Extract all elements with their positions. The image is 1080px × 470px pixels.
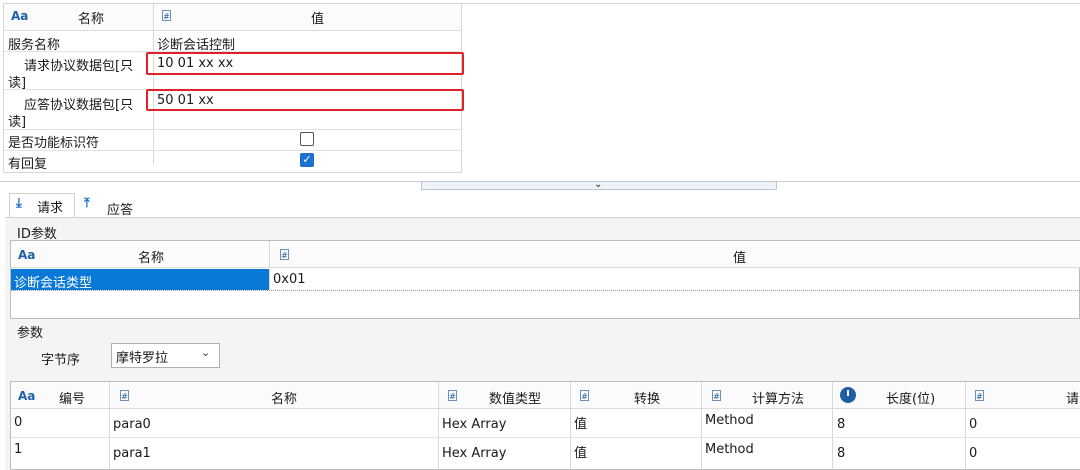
- column-header-value: 值: [311, 12, 325, 27]
- row-divider: [4, 129, 461, 130]
- params-col-divider: [965, 382, 966, 470]
- row-label-request-pdu-line1: 请求协议数据包[只: [24, 59, 134, 74]
- row-value-response-pdu[interactable]: 50 01 xx: [157, 93, 214, 108]
- param-row-0-index[interactable]: 0: [14, 415, 22, 430]
- params-col-divider: [570, 382, 571, 470]
- has-reply-checkbox[interactable]: ✓: [300, 153, 314, 167]
- param-row-1-length[interactable]: 8: [837, 446, 845, 461]
- params-header-truncated: 请: [1066, 392, 1080, 407]
- id-row-name: 诊断会话类型: [14, 276, 93, 291]
- params-col-divider: [832, 382, 833, 470]
- params-header-index: 编号: [59, 392, 86, 407]
- params-header-value-type: 数值类型: [489, 392, 542, 407]
- chevron-down-icon[interactable]: ⌄: [594, 179, 602, 190]
- params-col-divider: [109, 382, 110, 470]
- chevron-down-icon: ⌄: [201, 346, 211, 359]
- header-divider: [153, 4, 154, 164]
- params-header-length: 长度(位): [886, 392, 936, 407]
- column-header-name: 名称: [78, 12, 105, 27]
- id-column-header-value: 值: [733, 251, 747, 266]
- id-column-header-name: 名称: [138, 251, 165, 266]
- params-header-conversion: 转换: [634, 392, 661, 407]
- number-type-icon: #: [712, 390, 721, 401]
- param-row-0-truncated[interactable]: 0: [969, 417, 977, 432]
- param-row-1-index[interactable]: 1: [14, 442, 22, 457]
- row-divider: [4, 150, 461, 151]
- row-label-functional-id: 是否功能标识符: [8, 136, 100, 151]
- tab-response-label[interactable]: 应答: [107, 199, 133, 218]
- params-header-name: 名称: [271, 392, 298, 407]
- param-row-1-value-type[interactable]: Hex Array: [442, 446, 506, 461]
- byte-order-value: 摩特罗拉: [116, 351, 169, 366]
- row-value-request-pdu[interactable]: 10 01 xx xx: [157, 56, 233, 71]
- param-row-1-name[interactable]: para1: [113, 446, 151, 461]
- row-label-has-reply: 有回复: [8, 157, 48, 172]
- clock-hand: [847, 390, 849, 396]
- byte-order-label: 字节序: [41, 353, 81, 368]
- id-row-value[interactable]: 0x01: [273, 272, 306, 287]
- arrow-up-from-line-icon: ⤒: [84, 196, 90, 211]
- property-grid-right-border: [462, 3, 1080, 181]
- arrow-down-to-line-icon: ⤓: [16, 196, 22, 211]
- param-row-1-calc-method[interactable]: Method: [705, 442, 754, 457]
- params-header-calc-method: 计算方法: [752, 392, 805, 407]
- param-row-1-conversion[interactable]: 值: [574, 442, 587, 461]
- id-header-divider: [269, 241, 270, 289]
- number-type-icon: #: [580, 390, 589, 401]
- row-label-response-pdu-line2: 读]: [8, 115, 27, 130]
- text-type-icon: Aa: [18, 248, 36, 262]
- row-label-response-pdu-line1: 应答协议数据包[只: [24, 98, 134, 113]
- number-type-icon: #: [975, 390, 984, 401]
- params-title: 参数: [17, 326, 44, 341]
- number-type-icon: #: [120, 390, 129, 401]
- param-row-0-conversion[interactable]: 值: [574, 413, 587, 432]
- params-col-divider: [438, 382, 439, 470]
- param-row-1-truncated[interactable]: 0: [969, 446, 977, 461]
- text-type-icon: Aa: [11, 9, 29, 23]
- param-row-0-value-type[interactable]: Hex Array: [442, 417, 506, 432]
- id-params-header: [11, 241, 1080, 268]
- param-row-0-calc-method[interactable]: Method: [705, 413, 754, 428]
- param-row-0-name[interactable]: para0: [113, 417, 151, 432]
- property-grid-header: [4, 4, 461, 31]
- id-row-bottom-border: [11, 290, 1080, 291]
- number-type-icon: #: [280, 249, 289, 260]
- table-row-divider: [11, 437, 1080, 438]
- tab-request-label: 请求: [37, 201, 64, 216]
- number-type-icon: #: [448, 390, 457, 401]
- number-type-icon: #: [162, 10, 171, 21]
- params-col-divider: [701, 382, 702, 470]
- functional-id-checkbox[interactable]: [300, 132, 314, 146]
- param-row-0-length[interactable]: 8: [837, 417, 845, 432]
- text-type-icon: Aa: [18, 389, 36, 403]
